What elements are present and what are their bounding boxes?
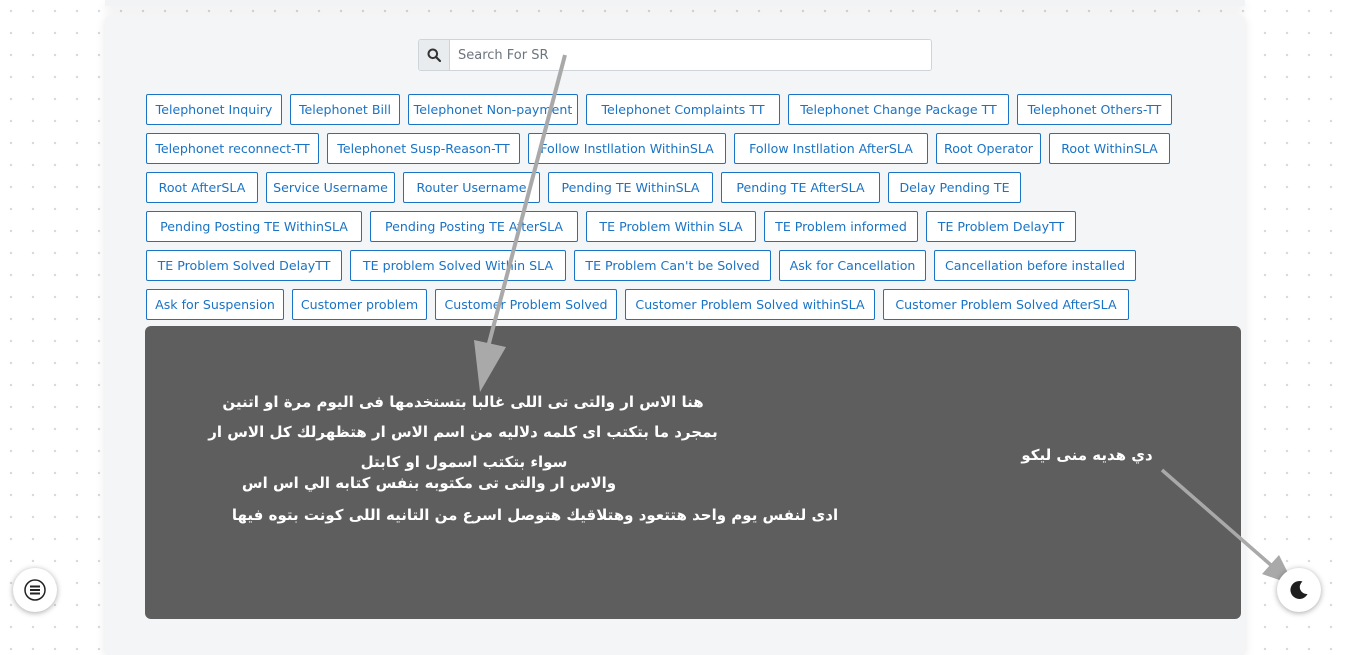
sr-tag-list: Telephonet Inquiry Telephonet Bill Telepho…	[146, 94, 1186, 328]
tutorial-overlay	[145, 326, 1241, 619]
sr-tag-button[interactable]: TE Problem Can't be Solved	[574, 250, 771, 281]
sr-tag-button[interactable]: TE Problem informed	[764, 211, 918, 242]
sr-tag-button[interactable]: Pending TE WithinSLA	[548, 172, 713, 203]
tag-row: Telephonet Inquiry Telephonet Bill Telepho…	[146, 94, 1186, 125]
moon-icon	[1290, 580, 1308, 599]
tag-row: TE Problem Solved DelayTT TE problem Solv…	[146, 250, 1186, 281]
sr-tag-button[interactable]: Pending Posting TE AfterSLA	[370, 211, 578, 242]
search-input[interactable]	[450, 40, 931, 70]
sr-tag-button[interactable]: Root AfterSLA	[146, 172, 258, 203]
sr-tag-button[interactable]: TE problem Solved Within SLA	[350, 250, 566, 281]
tag-row: Pending Posting TE WithinSLA Pending Post…	[146, 211, 1186, 242]
sr-tag-button[interactable]: Router Username	[403, 172, 540, 203]
overlay-line-1: هنا الاس ار والتى تى اللى غالبا بتستخدمه…	[222, 393, 704, 411]
search-icon	[427, 48, 441, 62]
sr-tag-button[interactable]: TE Problem Within SLA	[586, 211, 756, 242]
tag-row: Telephonet reconnect-TT Telephonet Susp-R…	[146, 133, 1186, 164]
theme-toggle-button[interactable]	[1277, 568, 1321, 612]
sr-tag-button[interactable]: Cancellation before installed	[934, 250, 1136, 281]
tag-row: Root AfterSLA Service Username Router User…	[146, 172, 1186, 203]
sr-tag-button[interactable]: Telephonet Inquiry	[146, 94, 282, 125]
sr-tag-button[interactable]: TE Problem DelayTT	[926, 211, 1076, 242]
overlay-line-2: بمجرد ما بتكتب اى كلمه دلاليه من اسم الا…	[208, 423, 718, 441]
sr-tag-button[interactable]: Telephonet Susp-Reason-TT	[327, 133, 520, 164]
overlay-line-5: ادى لنفس يوم واحد هتتعود وهتلاقيك هتوصل …	[231, 506, 839, 524]
search-button[interactable]	[419, 40, 450, 70]
menu-icon	[24, 579, 46, 601]
sr-tag-button[interactable]: Follow Instllation WithinSLA	[528, 133, 726, 164]
sr-tag-button[interactable]: Telephonet Change Package TT	[788, 94, 1009, 125]
gift-note: دي هديه منى ليكو	[1021, 446, 1153, 464]
sr-tag-button[interactable]: Telephonet Bill	[290, 94, 400, 125]
sr-tag-button[interactable]: Pending Posting TE WithinSLA	[146, 211, 362, 242]
overlay-line-4: والاس ار والتى تى مكتوبه بنفس كتابه الي …	[241, 474, 617, 492]
tag-row: Ask for Suspension Customer problem Custom…	[146, 289, 1186, 320]
sr-tag-button[interactable]: Root WithinSLA	[1049, 133, 1170, 164]
sr-tag-button[interactable]: Ask for Cancellation	[779, 250, 926, 281]
sr-tag-button[interactable]: Root Operator	[936, 133, 1041, 164]
overlay-line-3: سواء بتكتب اسمول او كابتل	[360, 453, 568, 471]
sr-tag-button[interactable]: Telephonet reconnect-TT	[146, 133, 319, 164]
sr-tag-button[interactable]: Delay Pending TE	[888, 172, 1021, 203]
sr-tag-button[interactable]: Customer problem	[292, 289, 427, 320]
sr-tag-button[interactable]: Ask for Suspension	[146, 289, 284, 320]
sr-tag-button[interactable]: Customer Problem Solved withinSLA	[625, 289, 875, 320]
sr-tag-button[interactable]: Customer Problem Solved	[435, 289, 617, 320]
search-bar	[418, 39, 932, 71]
sr-tag-button[interactable]: TE Problem Solved DelayTT	[146, 250, 342, 281]
top-bar-edge	[105, 0, 1245, 6]
sr-tag-button[interactable]: Telephonet Complaints TT	[586, 94, 780, 125]
sr-tag-button[interactable]: Follow Instllation AfterSLA	[734, 133, 928, 164]
sr-tag-button[interactable]: Telephonet Non-payment	[408, 94, 578, 125]
sr-tag-button[interactable]: Service Username	[266, 172, 395, 203]
sr-tag-button[interactable]: Customer Problem Solved AfterSLA	[883, 289, 1129, 320]
sr-tag-button[interactable]: Telephonet Others-TT	[1017, 94, 1172, 125]
menu-button[interactable]	[13, 568, 57, 612]
sr-tag-button[interactable]: Pending TE AfterSLA	[721, 172, 880, 203]
